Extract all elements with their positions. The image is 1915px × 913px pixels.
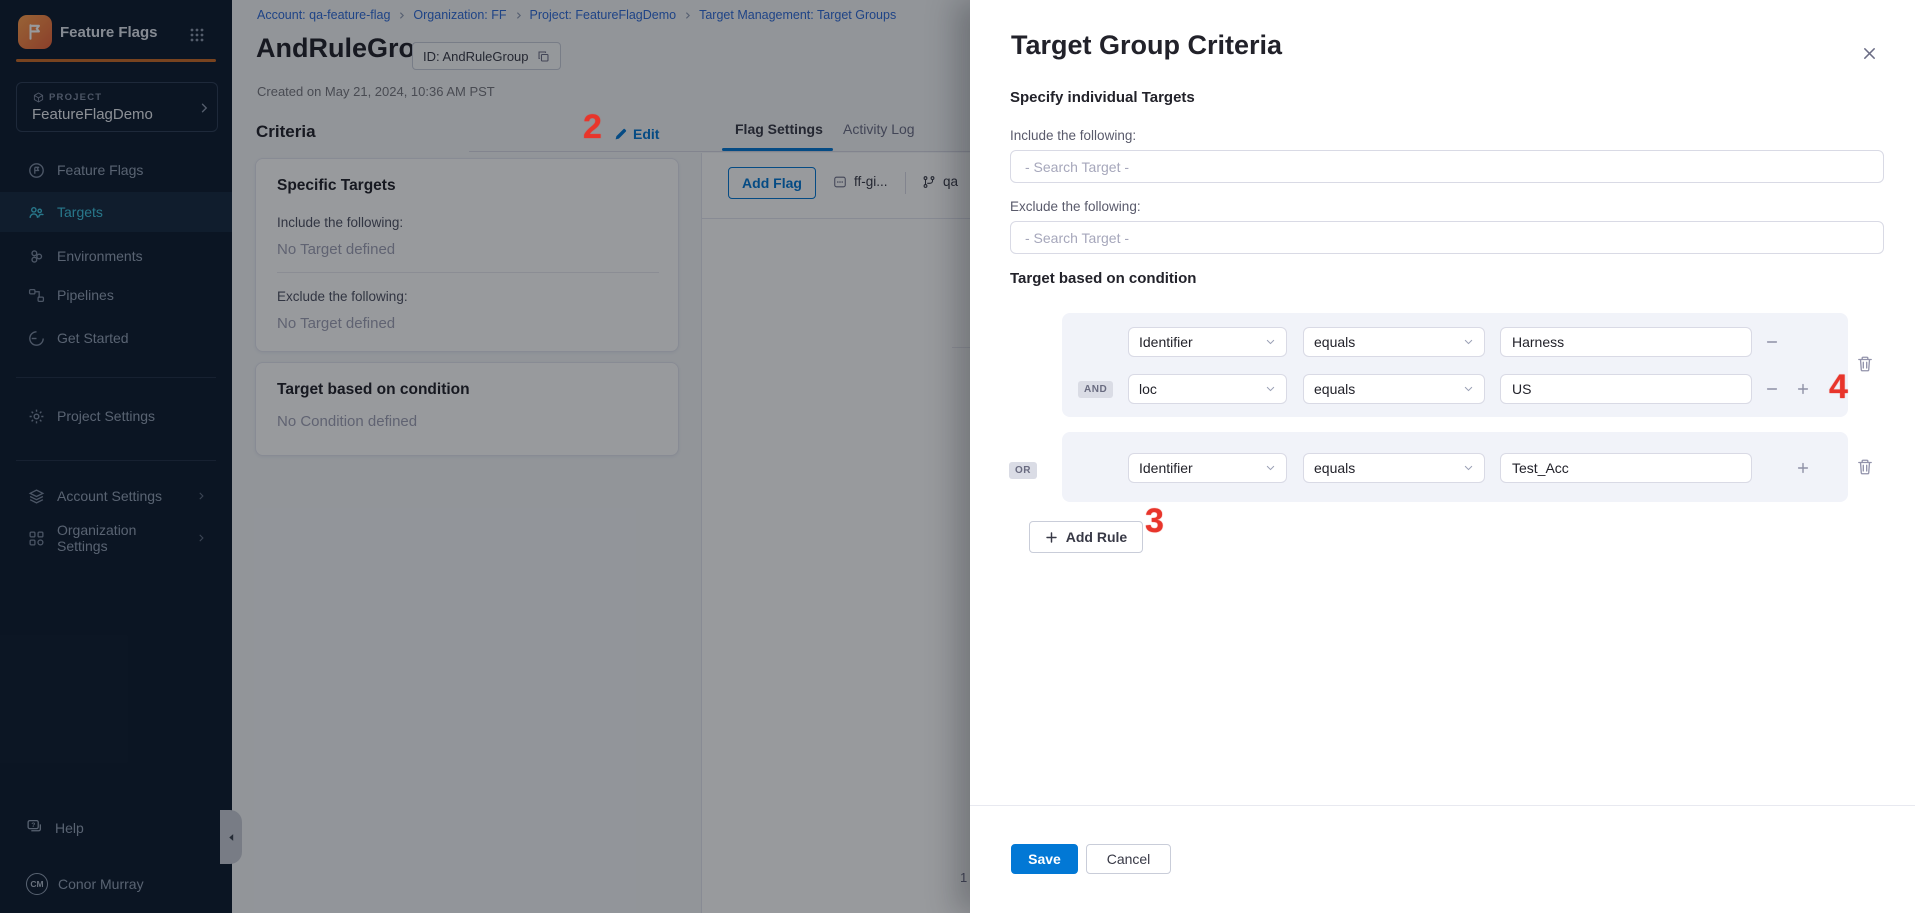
rule-group: Identifier equals AND loc equals — [1062, 313, 1848, 417]
trash-icon — [1856, 355, 1874, 373]
attribute-select-value: Identifier — [1139, 460, 1193, 476]
add-condition-button[interactable] — [1792, 378, 1814, 400]
chevron-down-icon — [1265, 334, 1276, 350]
add-condition-button[interactable] — [1792, 457, 1814, 479]
include-following-label: Include the following: — [1010, 128, 1136, 143]
add-rule-label: Add Rule — [1066, 529, 1127, 545]
condition-value-input[interactable] — [1500, 327, 1752, 357]
operator-select-value: equals — [1314, 334, 1355, 350]
chevron-down-icon — [1463, 334, 1474, 350]
plus-icon — [1045, 531, 1058, 544]
attribute-select[interactable]: loc — [1128, 374, 1287, 404]
annotation-2: 2 — [583, 108, 602, 147]
modal-footer-divider — [970, 805, 1915, 806]
chevron-down-icon — [1265, 381, 1276, 397]
condition-value-input[interactable] — [1500, 453, 1752, 483]
operator-select[interactable]: equals — [1303, 374, 1485, 404]
delete-rule-button[interactable] — [1856, 458, 1876, 478]
conjunction-badge: OR — [1009, 462, 1037, 479]
operator-select[interactable]: equals — [1303, 327, 1485, 357]
add-rule-button[interactable]: Add Rule — [1029, 521, 1143, 553]
plus-icon — [1796, 382, 1810, 396]
operator-select-value: equals — [1314, 381, 1355, 397]
attribute-select[interactable]: Identifier — [1128, 327, 1287, 357]
save-button[interactable]: Save — [1011, 844, 1078, 874]
target-group-criteria-modal: Target Group Criteria Specify individual… — [970, 0, 1915, 913]
delete-rule-button[interactable] — [1856, 355, 1876, 375]
annotation-4: 4 — [1829, 368, 1848, 407]
app-root: Feature Flags PROJECT FeatureFlagDemo Fe… — [0, 0, 1915, 913]
remove-condition-button[interactable] — [1761, 331, 1783, 353]
minus-icon — [1765, 382, 1779, 396]
conjunction-badge: AND — [1078, 381, 1113, 398]
condition-value-input[interactable] — [1500, 374, 1752, 404]
modal-backdrop[interactable] — [0, 0, 970, 913]
chevron-down-icon — [1463, 381, 1474, 397]
cancel-button[interactable]: Cancel — [1086, 844, 1171, 874]
condition-heading: Target based on condition — [1010, 270, 1196, 287]
attribute-select-value: Identifier — [1139, 334, 1193, 350]
close-icon[interactable] — [1856, 40, 1882, 66]
specify-targets-heading: Specify individual Targets — [1010, 89, 1195, 106]
minus-icon — [1765, 335, 1779, 349]
plus-icon — [1796, 461, 1810, 475]
operator-select[interactable]: equals — [1303, 453, 1485, 483]
annotation-3: 3 — [1145, 502, 1164, 541]
chevron-down-icon — [1463, 460, 1474, 476]
attribute-select[interactable]: Identifier — [1128, 453, 1287, 483]
trash-icon — [1856, 458, 1874, 476]
rule-group: Identifier equals — [1062, 432, 1848, 502]
chevron-down-icon — [1265, 460, 1276, 476]
exclude-following-label: Exclude the following: — [1010, 199, 1141, 214]
operator-select-value: equals — [1314, 460, 1355, 476]
exclude-target-search-input[interactable] — [1010, 221, 1884, 254]
remove-condition-button[interactable] — [1761, 378, 1783, 400]
attribute-select-value: loc — [1139, 381, 1157, 397]
modal-title: Target Group Criteria — [1011, 30, 1282, 61]
include-target-search-input[interactable] — [1010, 150, 1884, 183]
